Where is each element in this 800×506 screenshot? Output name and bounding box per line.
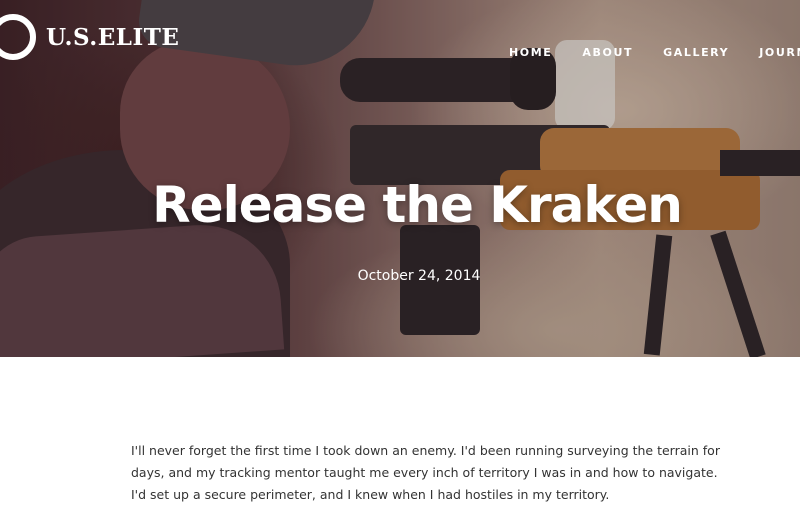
logo-text: U.S.ELITE [46, 23, 180, 51]
nav-about[interactable]: ABOUT [582, 46, 633, 59]
hero-banner: U.S.ELITE HOME ABOUT GALLERY JOURNAL Rel… [0, 0, 800, 357]
site-logo[interactable]: U.S.ELITE [0, 14, 179, 60]
main-nav: HOME ABOUT GALLERY JOURNAL [509, 46, 800, 59]
logo-ring-icon [0, 14, 36, 60]
post-body: I'll never forget the first time I took … [131, 443, 720, 502]
nav-home[interactable]: HOME [509, 46, 552, 59]
nav-gallery[interactable]: GALLERY [663, 46, 729, 59]
post-date: October 24, 2014 [357, 268, 481, 284]
nav-journal[interactable]: JOURNAL [759, 46, 800, 59]
post-title: Release the Kraken [152, 176, 683, 234]
